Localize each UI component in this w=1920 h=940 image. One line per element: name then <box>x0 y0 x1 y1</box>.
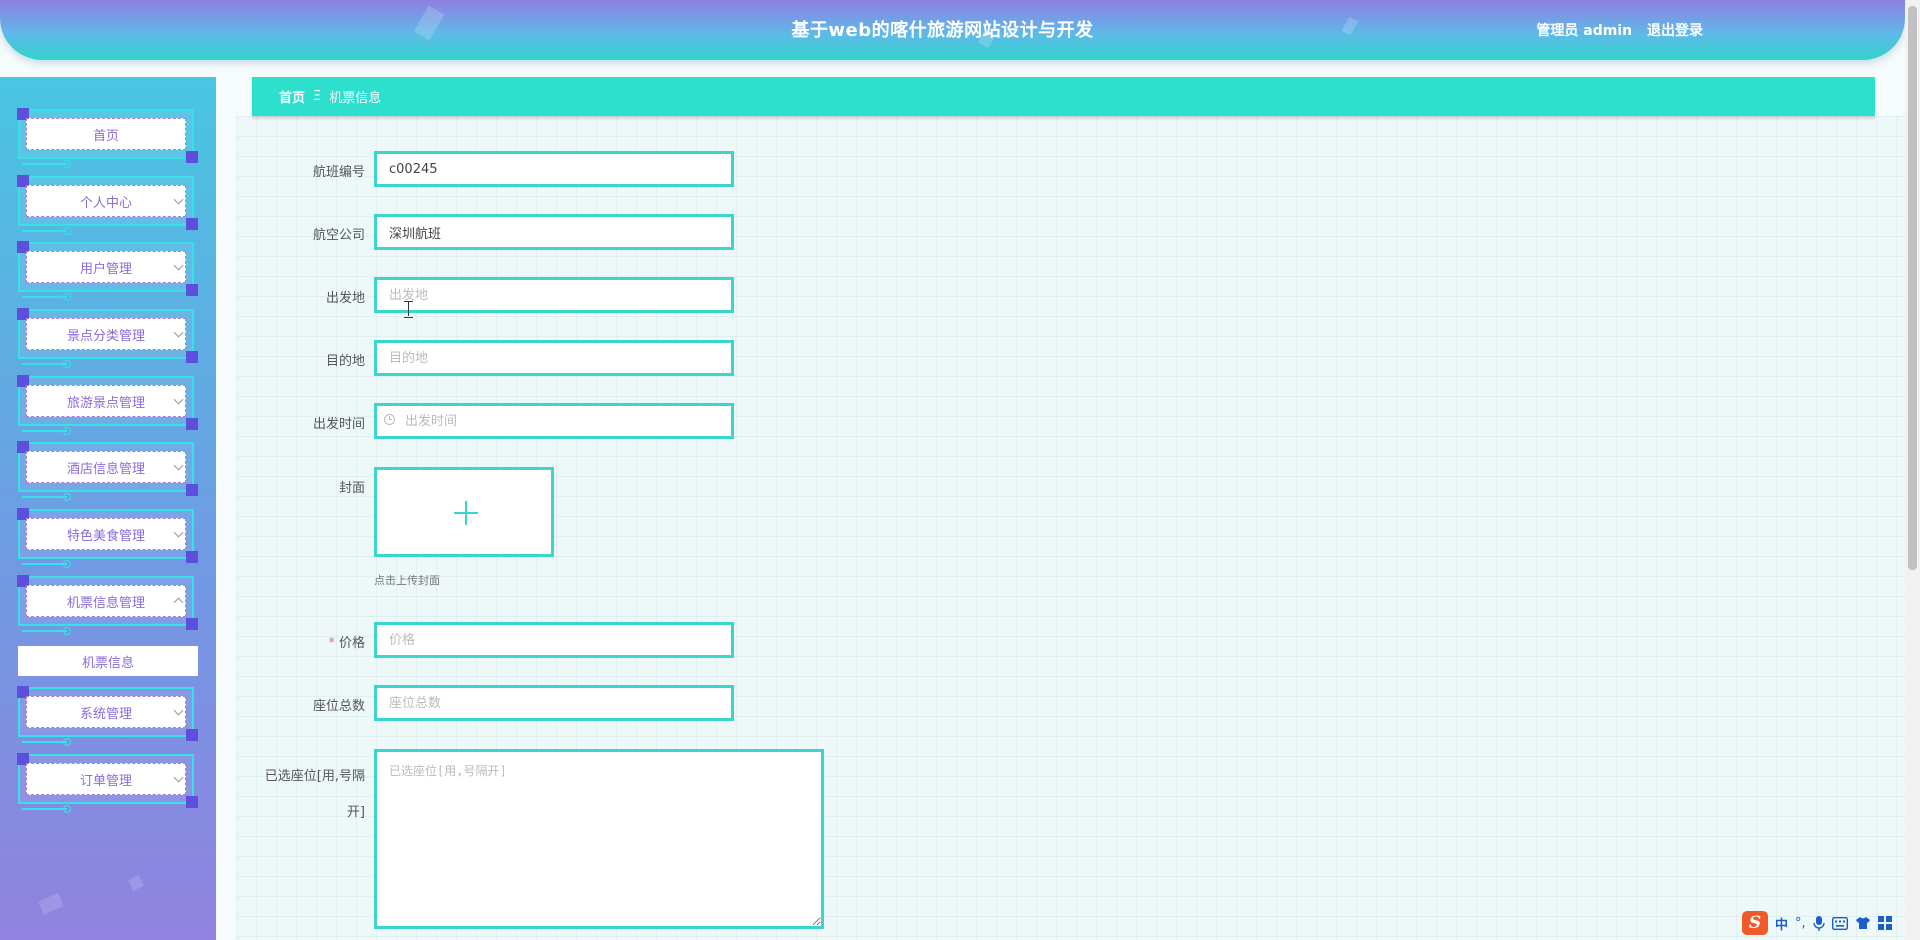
sidebar-item-label: 酒店信息管理 <box>26 451 186 483</box>
shirt-icon[interactable] <box>1855 916 1871 930</box>
sidebar-item-label: 系统管理 <box>26 696 186 728</box>
sidebar-decoration <box>38 893 64 915</box>
destination-label: 目的地 <box>325 354 365 369</box>
sidebar-item-system-management[interactable]: 系统管理 <box>17 686 198 741</box>
sogou-logo-icon[interactable]: S <box>1742 911 1768 935</box>
top-header: 基于web的喀什旅游网站设计与开发 管理员 admin 退出登录 <box>0 0 1905 60</box>
keyboard-icon[interactable] <box>1831 916 1848 930</box>
seats-total-input[interactable] <box>374 685 734 721</box>
cover-label: 封面 <box>338 481 365 496</box>
depart-time-label: 出发时间 <box>312 417 365 432</box>
price-label-text: 价格 <box>338 636 365 651</box>
sidebar-item-label: 机票信息管理 <box>26 585 186 617</box>
ime-mode-toggle[interactable]: 中 <box>1775 914 1788 933</box>
ime-toolbar: S 中 °, <box>1740 910 1905 936</box>
sidebar-item-hotel-info[interactable]: 酒店信息管理 <box>17 441 198 496</box>
airline-input[interactable] <box>374 214 734 250</box>
sidebar-decoration <box>128 875 144 891</box>
price-input[interactable] <box>374 622 734 658</box>
destination-input[interactable] <box>374 340 734 376</box>
menu-connector <box>22 805 71 813</box>
plus-icon <box>454 501 478 525</box>
price-label: * 价格 <box>245 632 365 651</box>
ime-punct-toggle[interactable]: °, <box>1795 916 1806 931</box>
seats-selected-label-line1: 已选座位[用,号隔 <box>264 769 365 784</box>
sidebar-item-label: 用户管理 <box>26 251 186 283</box>
submenu-item-ticket-info[interactable]: 机票信息 <box>18 646 198 676</box>
seats-selected-label: 已选座位[用,号隔 开] <box>240 759 365 831</box>
text-cursor-icon <box>404 301 413 318</box>
flight-no-input[interactable] <box>374 151 734 187</box>
sidebar-item-scenic-category[interactable]: 景点分类管理 <box>17 308 198 363</box>
breadcrumb-separator: Ξ <box>313 89 322 104</box>
breadcrumb-current: 机票信息 <box>329 91 382 106</box>
sidebar-item-label: 景点分类管理 <box>26 318 186 350</box>
sidebar-item-label: 首页 <box>26 118 186 150</box>
menu-connector <box>22 293 71 301</box>
menu-connector <box>22 493 71 501</box>
seats-selected-label-line2: 开] <box>346 805 365 820</box>
flight-no-label: 航班编号 <box>312 165 365 180</box>
scrollbar-thumb[interactable] <box>1908 6 1917 570</box>
sidebar-item-label: 订单管理 <box>26 763 186 795</box>
menu-connector <box>22 160 71 168</box>
sidebar-item-home[interactable]: 首页 <box>17 108 198 163</box>
user-area: 管理员 admin 退出登录 <box>1526 20 1703 40</box>
sidebar-item-personal-center[interactable]: 个人中心 <box>17 175 198 230</box>
upload-hint: 点击上传封面 <box>374 574 440 587</box>
sidebar-item-user-management[interactable]: 用户管理 <box>17 241 198 296</box>
admin-label: 管理员 admin <box>1536 23 1633 39</box>
breadcrumb: 首页 Ξ 机票信息 <box>252 77 1875 116</box>
required-mark: * <box>328 636 335 651</box>
airline-label: 航空公司 <box>312 228 365 243</box>
origin-input[interactable] <box>374 277 734 313</box>
page-scrollbar[interactable] <box>1905 0 1920 940</box>
seats-selected-textarea[interactable] <box>374 749 824 929</box>
sidebar-item-ticket-management[interactable]: 机票信息管理 <box>17 575 198 630</box>
breadcrumb-home[interactable]: 首页 <box>279 87 305 106</box>
sidebar: 首页 个人中心 用户管理 景点分类管理 旅游景点管理 酒店信息管理 特色美食管理… <box>0 77 216 940</box>
sidebar-item-label: 旅游景点管理 <box>26 385 186 417</box>
origin-label: 出发地 <box>325 291 365 306</box>
menu-connector <box>22 427 71 435</box>
logout-link[interactable]: 退出登录 <box>1647 23 1703 39</box>
sidebar-item-order-management[interactable]: 订单管理 <box>17 753 198 808</box>
depart-time-picker[interactable] <box>374 403 734 439</box>
menu-connector <box>22 360 71 368</box>
sidebar-item-local-food[interactable]: 特色美食管理 <box>17 508 198 563</box>
menu-connector <box>22 560 71 568</box>
sidebar-item-label: 特色美食管理 <box>26 518 186 550</box>
clock-icon <box>384 414 395 425</box>
sidebar-item-label: 个人中心 <box>26 185 186 217</box>
seats-total-label: 座位总数 <box>312 699 365 714</box>
cover-upload[interactable] <box>374 467 554 557</box>
grid-icon[interactable] <box>1877 916 1892 930</box>
microphone-icon[interactable] <box>1812 915 1825 931</box>
menu-connector <box>22 738 71 746</box>
sidebar-item-scenic-spots[interactable]: 旅游景点管理 <box>17 375 198 430</box>
menu-connector <box>22 227 71 235</box>
menu-connector <box>22 627 71 635</box>
